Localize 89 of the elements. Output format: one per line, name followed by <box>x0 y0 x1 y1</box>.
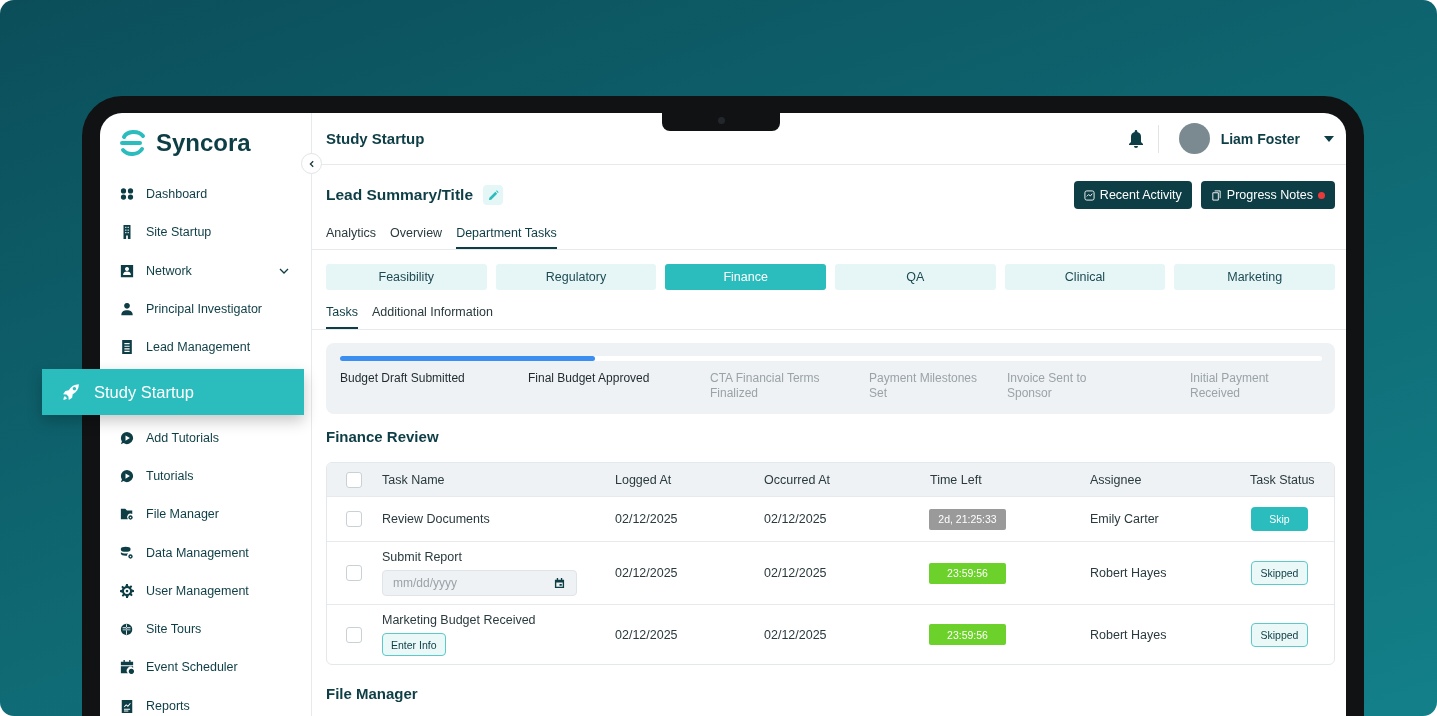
chart-icon <box>1083 189 1095 201</box>
table-cell: 02/12/2025 <box>764 566 827 580</box>
progress-step: Budget Draft Submitted <box>340 371 528 401</box>
id-card-icon <box>120 263 134 278</box>
gear-icon <box>120 583 134 598</box>
task-status-button[interactable]: Skipped <box>1251 622 1308 647</box>
column-header: Assignee <box>1090 472 1142 487</box>
table-cell: Robert Hayes <box>1090 566 1167 580</box>
task-status-button[interactable]: Skipped <box>1251 561 1308 585</box>
column-header: Task Status <box>1250 472 1315 487</box>
section-title: File Manager <box>326 685 419 704</box>
column-header: Time Left <box>930 472 982 487</box>
database-icon <box>120 545 134 560</box>
time-left-badge: 23:59:56 <box>929 624 1006 645</box>
column-header: Occurred At <box>764 472 830 487</box>
rocket-icon <box>62 383 80 402</box>
sidebar-item[interactable]: Principal Investigator <box>100 289 311 329</box>
time-left-badge: 2d, 21:25:33 <box>929 508 1006 530</box>
progress-step: Initial Payment Received <box>1190 371 1300 401</box>
sidebar-item[interactable]: File Manager <box>100 495 311 534</box>
globe-icon <box>120 622 134 637</box>
task-name: Marketing Budget Received <box>382 613 536 627</box>
lead-title: Lead Summary/Title <box>326 186 473 204</box>
brand-name: Syncora <box>156 129 251 157</box>
table-cell: Robert Hayes <box>1090 627 1167 642</box>
department-tab[interactable]: Marketing <box>1174 264 1335 290</box>
sidebar-item[interactable]: Data Management <box>100 533 311 572</box>
progress-step: Final Budget Approved <box>528 371 710 401</box>
collapse-button[interactable] <box>301 153 322 174</box>
calendar-icon <box>120 660 134 675</box>
sidebar-item[interactable]: User Management <box>100 571 311 610</box>
progress-step: Invoice Sent to Sponsor <box>1007 371 1117 401</box>
progress-step: CTA Financial Terms Finalized <box>710 371 820 401</box>
report-icon <box>120 698 134 713</box>
task-name: Review Documents <box>382 512 490 526</box>
section-title: Finance Review <box>326 428 440 447</box>
chevron-down-icon <box>279 267 289 274</box>
table-cell: 02/12/2025 <box>764 512 827 526</box>
sidebar-item[interactable]: Site Startup <box>100 213 311 252</box>
table-cell: 02/12/2025 <box>615 627 678 642</box>
department-tab[interactable]: QA <box>835 264 996 290</box>
table-cell: Emily Carter <box>1090 512 1159 526</box>
select-all-checkbox[interactable] <box>346 471 362 488</box>
logo-icon <box>118 128 148 158</box>
table-cell: 02/12/2025 <box>615 566 678 580</box>
user-name[interactable]: Liam Foster <box>1220 130 1300 147</box>
page-title: Study Startup <box>326 130 425 147</box>
sidebar-item[interactable]: Dashboard <box>100 175 311 214</box>
tab[interactable]: Overview <box>390 218 443 249</box>
pages-icon <box>1210 189 1222 201</box>
pencil-icon <box>487 189 499 201</box>
tab[interactable]: Analytics <box>326 218 377 249</box>
sidebar-item[interactable]: Add Tutorials <box>100 418 311 457</box>
video-bubble-icon <box>120 430 134 445</box>
sidebar-item[interactable]: Tutorials <box>100 456 311 496</box>
department-tab[interactable]: Clinical <box>1004 264 1166 290</box>
tab[interactable]: Additional Information <box>371 296 493 329</box>
document-icon <box>120 340 134 355</box>
sidebar-item[interactable]: Lead Management <box>100 328 311 367</box>
dots-grid-icon <box>120 187 134 202</box>
row-checkbox[interactable] <box>346 626 362 643</box>
calendar-icon[interactable] <box>554 577 565 589</box>
row-checkbox[interactable] <box>346 511 362 527</box>
department-tab[interactable]: Regulatory <box>495 264 657 290</box>
chevron-left-icon <box>307 159 316 168</box>
avatar[interactable] <box>1178 123 1210 154</box>
sidebar-item[interactable]: Site Tours <box>100 609 311 649</box>
row-checkbox[interactable] <box>346 565 362 581</box>
table-cell: 02/12/2025 <box>615 512 678 526</box>
recent-activity-button[interactable]: Recent Activity <box>1073 181 1192 209</box>
play-bubble-icon <box>120 468 134 483</box>
sidebar-item[interactable]: Reports <box>100 686 311 716</box>
table-cell: 02/12/2025 <box>764 627 827 642</box>
sidebar-item[interactable]: Event Scheduler <box>100 648 311 687</box>
time-left-badge: 23:59:56 <box>929 562 1006 584</box>
person-icon <box>120 302 134 317</box>
enter-info-button[interactable]: Enter Info <box>382 633 446 656</box>
notification-bell-icon[interactable] <box>1127 129 1144 148</box>
progress-step: Payment Milestones Set <box>869 371 979 401</box>
sidebar-item[interactable]: Network <box>100 251 311 290</box>
column-header: Task Name <box>382 472 445 487</box>
task-name: Submit Report <box>382 550 462 564</box>
date-field[interactable]: mm/dd/yyyy <box>382 570 577 596</box>
folder-gear-icon <box>120 507 134 522</box>
department-tab[interactable]: Feasibility <box>326 264 487 290</box>
column-header: Logged At <box>615 472 672 487</box>
edit-button[interactable] <box>483 185 503 205</box>
caret-icon[interactable] <box>1324 135 1334 142</box>
progress-notes-button[interactable]: Progress Notes <box>1200 181 1335 209</box>
